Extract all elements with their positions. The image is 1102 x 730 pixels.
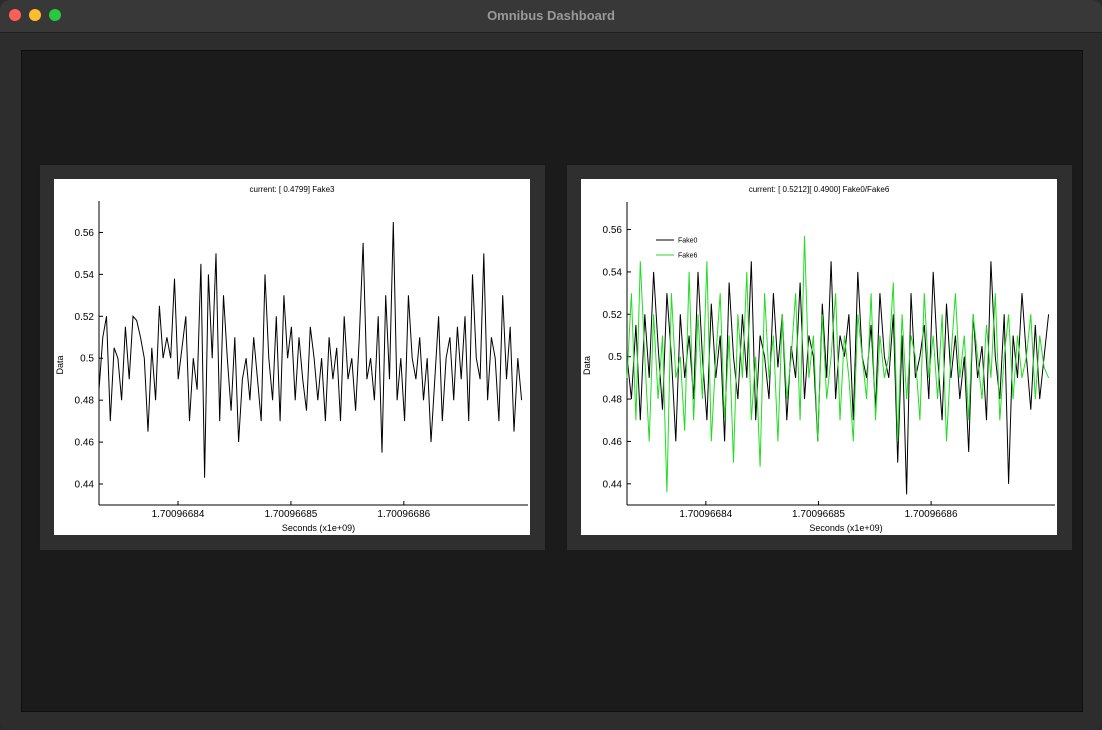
plot-area-1[interactable]: current: [ 0.4799] Fake3 0.44 0.46 0.48 0.5 0… [54,179,530,535]
x-axis-label: Seconds (x1e+09) [809,523,882,533]
y-tick-label: 0.56 [75,228,95,239]
y-tick-label: 0.56 [603,225,623,236]
title-bar[interactable]: Omnibus Dashboard [0,0,1102,33]
chart-title: current: [ 0.4799] Fake3 [250,185,335,194]
y-tick-label: 0.5 [608,352,622,363]
y-axis-label: Data [582,356,592,375]
window-title: Omnibus Dashboard [487,8,615,23]
chart-2[interactable]: current: [ 0.5212][ 0.4900] Fake0/Fake6 0… [581,179,1057,535]
y-tick-label: 0.54 [603,267,623,278]
series-line-0 [98,221,523,478]
x-tick-label: 1.70096686 [905,509,958,520]
y-tick-label: 0.5 [80,354,94,365]
series-line-fake6 [626,235,1050,493]
y-tick-label: 0.48 [603,395,623,406]
x-axis-label: Seconds (x1e+09) [282,523,355,533]
y-tick-label: 0.48 [75,396,95,407]
plot-panel-1: current: [ 0.4799] Fake3 0.44 0.46 0.48 0.5 0… [39,164,546,551]
y-tick-label: 0.46 [603,437,623,448]
y-tick-label: 0.44 [603,479,623,490]
x-tick-label: 1.70096685 [792,509,845,520]
x-tick-label: 1.70096685 [264,509,317,520]
y-axis-label: Data [55,355,65,374]
legend-label: Fake6 [678,253,698,260]
y-tick-label: 0.52 [75,312,95,323]
legend-label: Fake0 [678,238,698,245]
chart-title: current: [ 0.5212][ 0.4900] Fake0/Fake6 [749,185,890,194]
x-tick-label: 1.70096686 [377,509,430,520]
y-tick-label: 0.54 [75,270,95,281]
y-tick-label: 0.44 [75,480,95,491]
x-tick-label: 1.70096684 [152,509,205,520]
app-window: Omnibus Dashboard current: [ 0.4799] Fak… [0,0,1102,730]
x-tick-label: 1.70096684 [679,509,732,520]
plot-panel-2: current: [ 0.5212][ 0.4900] Fake0/Fake6 0… [566,164,1073,551]
y-tick-label: 0.46 [75,438,95,449]
y-tick-label: 0.52 [603,310,623,321]
chart-1[interactable]: current: [ 0.4799] Fake3 0.44 0.46 0.48 0.5 0… [54,179,530,535]
plot-area-2[interactable]: current: [ 0.5212][ 0.4900] Fake0/Fake6 0… [581,179,1057,535]
